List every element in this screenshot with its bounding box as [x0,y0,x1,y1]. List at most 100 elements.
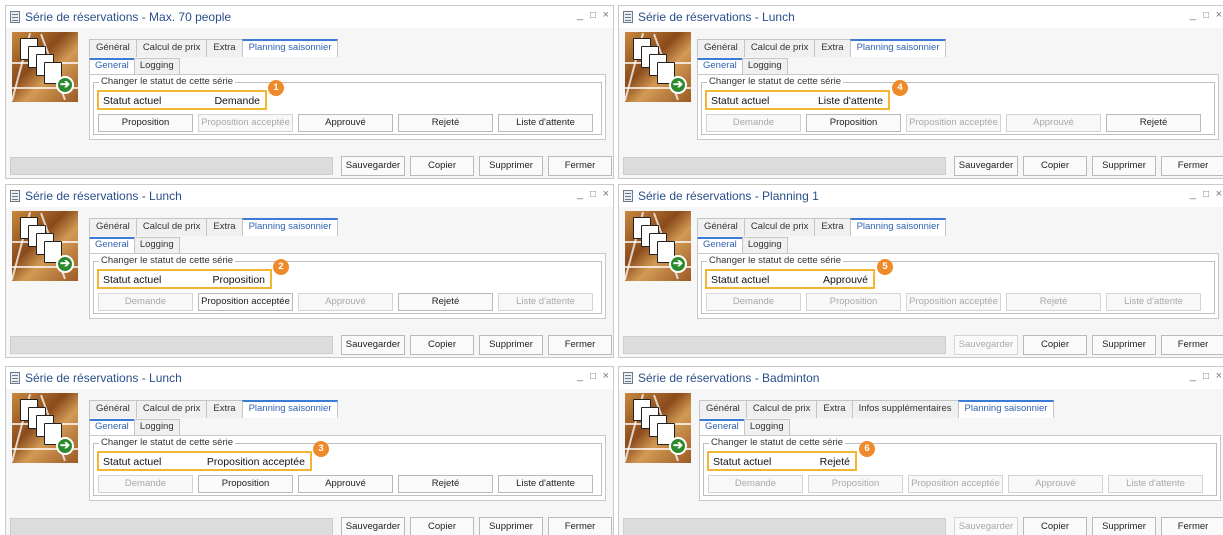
tab-panel: Changer le statut de cette série Statut a… [697,74,1219,140]
maximize-button[interactable]: □ [590,371,596,382]
tab-general[interactable]: Général [697,218,745,236]
copier-button[interactable]: Copier [1023,335,1087,355]
approuve-button[interactable]: Approuvé [298,475,393,493]
subtab-general[interactable]: General [89,58,135,74]
proposition-button: Proposition [806,293,901,311]
sauvegarder-button: Sauvegarder [954,517,1018,535]
rejete-button[interactable]: Rejeté [398,114,493,132]
tab-extra[interactable]: Extra [814,218,851,236]
tab-calcul-de-prix[interactable]: Calcul de prix [745,400,818,418]
status-value: Liste d'attente [817,95,883,107]
close-button[interactable]: × [1216,188,1222,200]
tab-planning-saisonnier[interactable]: Planning saisonnier [241,218,339,236]
subtab-general[interactable]: General [697,58,743,74]
fermer-button[interactable]: Fermer [1161,156,1223,176]
fermer-button[interactable]: Fermer [548,156,612,176]
tab-calcul-de-prix[interactable]: Calcul de prix [743,218,816,236]
subtab-logging[interactable]: Logging [133,237,180,253]
proposition-button[interactable]: Proposition [198,475,293,493]
title-bar: Série de réservations - Lunch _ □ × [6,185,613,207]
tab-general[interactable]: Général [699,400,747,418]
maximize-button[interactable]: □ [1203,189,1209,200]
liste-d-attente-button[interactable]: Liste d'attente [498,114,593,132]
tab-general[interactable]: Général [89,39,137,57]
tab-extra[interactable]: Extra [206,400,243,418]
close-button[interactable]: × [603,188,609,200]
sauvegarder-button[interactable]: Sauvegarder [341,156,405,176]
proposition-button[interactable]: Proposition [806,114,901,132]
sauvegarder-button[interactable]: Sauvegarder [954,156,1018,176]
copier-button[interactable]: Copier [1023,517,1087,535]
rejete-button[interactable]: Rejeté [398,475,493,493]
tab-planning-saisonnier[interactable]: Planning saisonnier [241,400,339,418]
copier-button[interactable]: Copier [410,156,474,176]
tab-planning-saisonnier[interactable]: Planning saisonnier [849,39,947,57]
subtab-general[interactable]: General [89,419,135,435]
proposition-button[interactable]: Proposition [98,114,193,132]
close-button[interactable]: × [1216,370,1222,382]
fermer-button[interactable]: Fermer [548,517,612,535]
tab-infos-supplementaires[interactable]: Infos supplémentaires [851,400,959,418]
tab-extra[interactable]: Extra [206,218,243,236]
rejete-button[interactable]: Rejeté [1106,114,1201,132]
copier-button[interactable]: Copier [410,335,474,355]
tab-extra[interactable]: Extra [206,39,243,57]
tab-planning-saisonnier[interactable]: Planning saisonnier [241,39,339,57]
window-icon [623,11,633,23]
action-buttons: Sauvegarder Copier Supprimer Fermer [954,156,1223,176]
maximize-button[interactable]: □ [590,189,596,200]
minimize-button[interactable]: _ [577,370,583,382]
step-marker: 3 [313,441,329,457]
subtab-general[interactable]: General [699,419,745,435]
copier-button[interactable]: Copier [410,517,474,535]
tab-calcul-de-prix[interactable]: Calcul de prix [743,39,816,57]
supprimer-button[interactable]: Supprimer [1092,335,1156,355]
supprimer-button[interactable]: Supprimer [1092,517,1156,535]
sauvegarder-button[interactable]: Sauvegarder [341,335,405,355]
minimize-button[interactable]: _ [577,188,583,200]
minimize-button[interactable]: _ [1190,188,1196,200]
fermer-button[interactable]: Fermer [1161,517,1223,535]
liste-d-attente-button[interactable]: Liste d'attente [498,475,593,493]
fermer-button[interactable]: Fermer [548,335,612,355]
minimize-button[interactable]: _ [1190,370,1196,382]
minimize-button[interactable]: _ [1190,9,1196,21]
maximize-button[interactable]: □ [590,10,596,21]
demande-button: Demande [708,475,803,493]
copier-button[interactable]: Copier [1023,156,1087,176]
subtab-logging[interactable]: Logging [741,58,788,74]
subtab-logging[interactable]: Logging [133,58,180,74]
supprimer-button[interactable]: Supprimer [479,156,543,176]
tab-calcul-de-prix[interactable]: Calcul de prix [135,39,208,57]
tab-extra[interactable]: Extra [814,39,851,57]
subtab-general[interactable]: General [697,237,743,253]
subtab-logging[interactable]: Logging [133,419,180,435]
rejete-button[interactable]: Rejeté [398,293,493,311]
maximize-button[interactable]: □ [1203,371,1209,382]
proposition-acceptee-button[interactable]: Proposition acceptée [198,293,293,311]
close-button[interactable]: × [1216,9,1222,21]
tab-general[interactable]: Général [89,400,137,418]
tab-general[interactable]: Général [89,218,137,236]
fermer-button[interactable]: Fermer [1161,335,1223,355]
subtab-logging[interactable]: Logging [743,419,790,435]
subtab-logging[interactable]: Logging [741,237,788,253]
supprimer-button[interactable]: Supprimer [1092,156,1156,176]
minimize-button[interactable]: _ [577,9,583,21]
approuve-button[interactable]: Approuvé [298,114,393,132]
tab-extra[interactable]: Extra [816,400,853,418]
close-button[interactable]: × [603,370,609,382]
tab-planning-saisonnier[interactable]: Planning saisonnier [849,218,947,236]
sauvegarder-button[interactable]: Sauvegarder [341,517,405,535]
arrow-right-icon: ➔ [669,437,687,455]
tab-calcul-de-prix[interactable]: Calcul de prix [135,400,208,418]
tab-calcul-de-prix[interactable]: Calcul de prix [135,218,208,236]
close-button[interactable]: × [603,9,609,21]
tab-general[interactable]: Général [697,39,745,57]
group-label: Changer le statut de cette série [707,76,844,87]
supprimer-button[interactable]: Supprimer [479,517,543,535]
tab-planning-saisonnier[interactable]: Planning saisonnier [957,400,1055,418]
supprimer-button[interactable]: Supprimer [479,335,543,355]
maximize-button[interactable]: □ [1203,10,1209,21]
subtab-general[interactable]: General [89,237,135,253]
